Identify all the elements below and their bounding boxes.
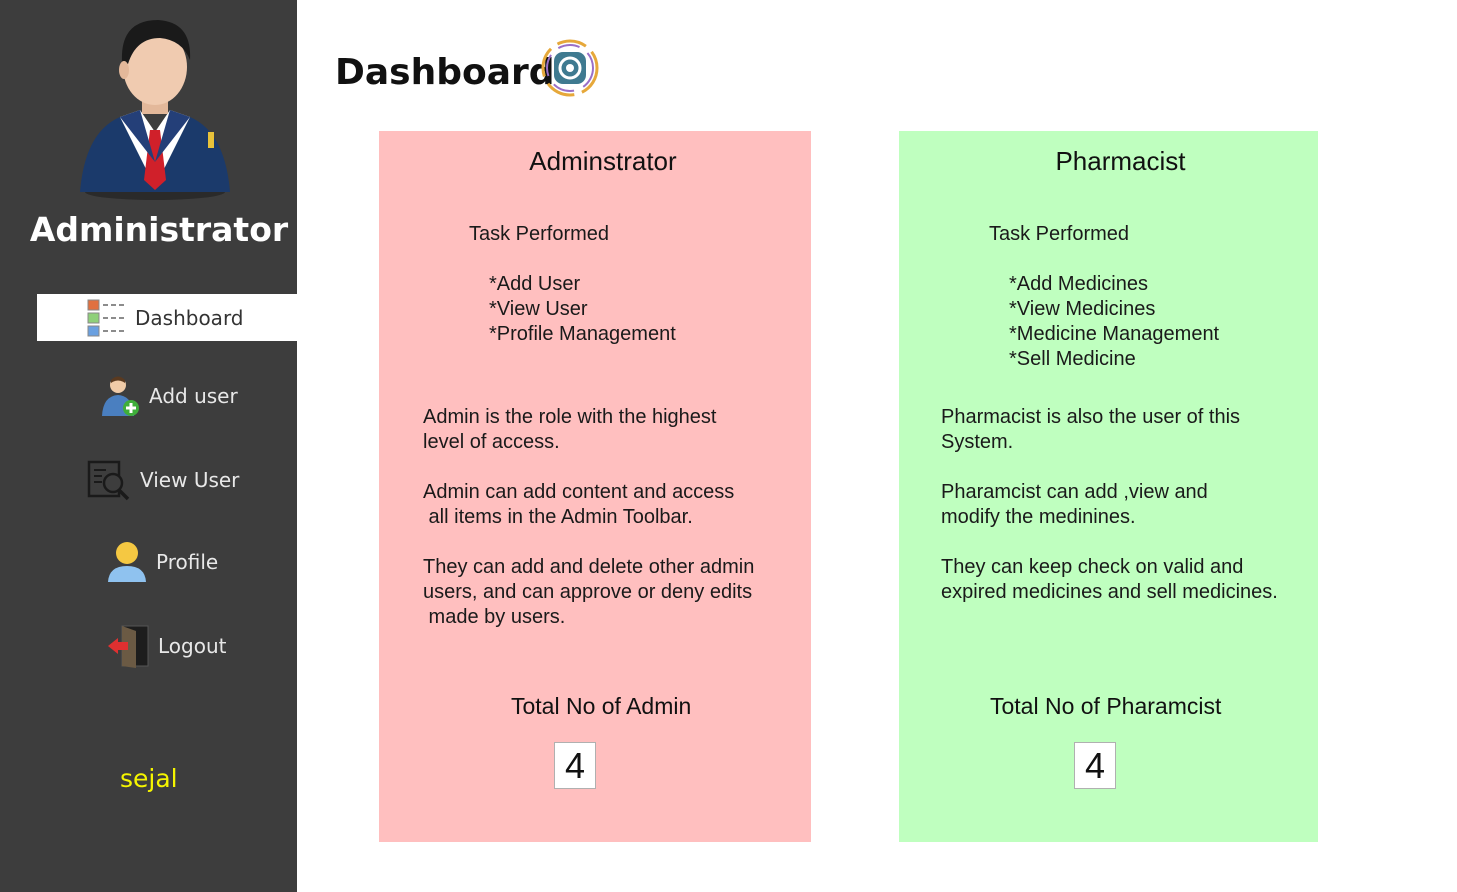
username: sejal	[120, 764, 178, 793]
admin-desc-text: Admin is the role with the highest	[423, 406, 717, 428]
dashboard-refresh-icon	[541, 39, 599, 97]
admin-task-item: *Add User	[489, 273, 581, 295]
sidebar-item-label: Add user	[149, 384, 238, 408]
role-title: Administrator	[29, 210, 289, 249]
sidebar-item-view-user[interactable]: View User	[86, 458, 239, 502]
add-user-icon	[102, 376, 139, 416]
admin-task-item: *View User	[489, 298, 588, 320]
sidebar-item-dashboard[interactable]: Dashboard	[37, 294, 297, 341]
pharmacist-total-label: Total No of Pharamcist	[990, 693, 1222, 719]
sidebar-item-label: Dashboard	[135, 305, 244, 330]
admin-avatar	[80, 20, 230, 200]
sidebar-item-label: Logout	[158, 634, 227, 658]
logout-icon	[108, 625, 149, 668]
sidebar-item-profile[interactable]: Profile	[106, 540, 218, 584]
admin-desc-text: They can add and delete other admin	[423, 556, 755, 578]
pharmacist-desc-text: modify the medinines.	[941, 506, 1136, 528]
sidebar-item-logout[interactable]: Logout	[106, 624, 226, 668]
sidebar: Administrator Dashboard Add user View Us…	[0, 0, 297, 892]
pharmacist-task-heading: Task Performed	[989, 223, 1130, 245]
view-user-icon	[87, 460, 130, 501]
pharmacist-task-item: *Sell Medicine	[1009, 348, 1136, 370]
dashboard-list-icon	[87, 299, 127, 336]
admin-total-label: Total No of Admin	[511, 693, 692, 719]
admin-card-title: Adminstrator	[529, 146, 677, 176]
pharmacist-card-title: Pharmacist	[1055, 146, 1186, 176]
pharmacist-task-item: *Medicine Management	[1009, 323, 1220, 345]
admin-desc-text: level of access.	[423, 431, 560, 453]
page-title: Dashboard	[335, 52, 555, 93]
admin-task-heading: Task Performed	[469, 223, 610, 245]
pharmacist-desc-text: System.	[941, 431, 1014, 453]
admin-desc-text: Admin can add content and access	[423, 481, 735, 503]
pharmacist-desc-text: expired medicines and sell medicines.	[941, 581, 1278, 603]
pharmacist-desc-text: Pharamcist can add ,view and	[941, 481, 1208, 503]
pharmacist-desc-text: Pharmacist is also the user of this	[941, 406, 1241, 428]
sidebar-item-label: Profile	[156, 550, 219, 574]
profile-icon	[108, 542, 146, 582]
admin-desc-text: users, and can approve or deny edits	[423, 581, 753, 603]
pharmacist-count-field: 4	[1074, 742, 1116, 789]
pharmacist-task-item: *Add Medicines	[1009, 273, 1148, 295]
admin-count-field: 4	[554, 742, 596, 789]
admin-desc-text: all items in the Admin Toolbar.	[423, 506, 693, 528]
sidebar-item-add-user[interactable]: Add user	[99, 374, 238, 418]
admin-desc-text: made by users.	[423, 606, 566, 628]
admin-task-item: *Profile Management	[489, 323, 676, 345]
pharmacist-desc-text: They can keep check on valid and	[941, 556, 1244, 578]
sidebar-item-label: View User	[140, 468, 240, 492]
pharmacist-task-item: *View Medicines	[1009, 298, 1156, 320]
